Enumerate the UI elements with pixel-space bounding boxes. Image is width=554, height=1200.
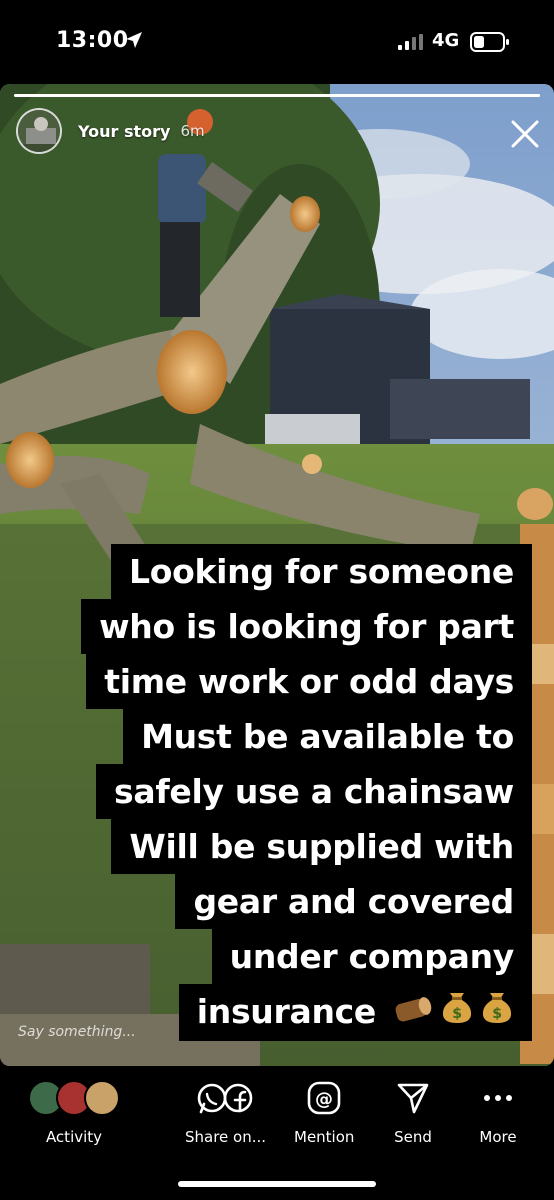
status-bar: 13:00 4G — [0, 0, 554, 84]
activity-label: Activity — [45, 1128, 103, 1146]
battery-low-icon — [470, 32, 509, 52]
avatar[interactable] — [16, 108, 62, 154]
story-caption: Looking for someone who is looking for p… — [12, 544, 532, 1041]
story-viewer[interactable]: Your story 6m Looking for someone who is… — [0, 84, 554, 1066]
network-type: 4G — [432, 30, 460, 51]
story-timestamp: 6m — [180, 122, 205, 140]
money-bag-emoji: $ — [440, 986, 474, 1041]
location-arrow-icon — [126, 32, 142, 48]
story-progress-bar — [14, 94, 540, 97]
more-label: More — [479, 1128, 517, 1146]
avatar-image — [18, 110, 60, 152]
caption-line: insurance — [196, 992, 377, 1031]
caption-line: Will be supplied with — [111, 819, 532, 874]
more-button[interactable]: More — [478, 1078, 518, 1146]
share-button[interactable]: Share on... — [185, 1078, 266, 1146]
share-label: Share on... — [185, 1128, 267, 1146]
caption-line: under company — [211, 929, 532, 984]
home-indicator[interactable] — [178, 1181, 376, 1187]
svg-text:$: $ — [492, 1006, 501, 1022]
mention-button[interactable]: @ Mention — [294, 1078, 354, 1146]
mention-icon: @ — [304, 1078, 344, 1118]
svg-text:$: $ — [452, 1006, 461, 1022]
more-icon — [478, 1078, 518, 1118]
viewer-avatars — [28, 1078, 120, 1118]
activity-button[interactable]: Activity — [28, 1078, 120, 1146]
caption-line: safely use a chainsaw — [96, 764, 532, 819]
caption-line: gear and covered — [175, 874, 532, 929]
story-header[interactable]: Your story 6m — [16, 108, 205, 154]
mention-label: Mention — [294, 1128, 355, 1146]
close-icon[interactable] — [505, 114, 545, 154]
avatar — [84, 1080, 120, 1116]
caption-line: Must be available to — [123, 709, 532, 764]
caption-line-last: insurance $ $ — [178, 984, 532, 1041]
reply-input[interactable]: Say something... — [18, 1024, 136, 1040]
caption-emojis: $ $ — [384, 986, 514, 1041]
send-label: Send — [394, 1128, 432, 1146]
caption-line: time work or odd days — [86, 654, 532, 709]
send-icon — [393, 1078, 433, 1118]
story-action-bar: Activity Share on... @ Mention Send More — [0, 1066, 554, 1200]
signal-bars-icon — [398, 34, 423, 50]
svg-text:@: @ — [315, 1089, 333, 1110]
story-progress-fill — [14, 94, 540, 97]
caption-line: who is looking for part — [81, 599, 532, 654]
status-time: 13:00 — [56, 28, 129, 53]
story-owner-label[interactable]: Your story — [78, 122, 170, 141]
caption-line: Looking for someone — [111, 544, 532, 599]
money-bag-emoji: $ — [480, 986, 514, 1041]
share-icons — [196, 1078, 256, 1118]
whatsapp-facebook-icon — [197, 1083, 252, 1114]
wood-log-emoji — [390, 986, 434, 1041]
send-button[interactable]: Send — [393, 1078, 433, 1146]
